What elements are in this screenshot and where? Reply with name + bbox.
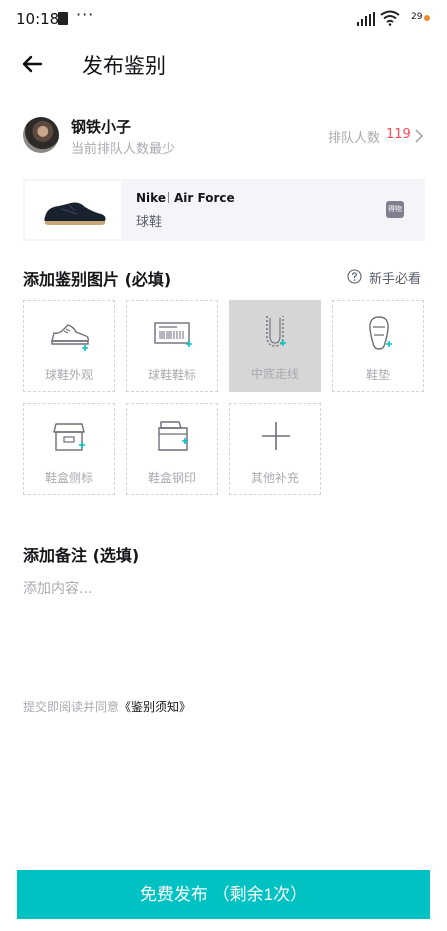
tile-label: 中底走线 — [250, 367, 299, 381]
appraiser-row[interactable]: 钢铁小子 当前排队人数最少 排队人数 119 — [0, 110, 447, 164]
shoebox-side-icon — [53, 423, 85, 451]
avatar — [23, 117, 59, 153]
status-bar: 10:18 ··· 29 — [0, 0, 447, 38]
shoebox-stamp-icon — [158, 421, 188, 451]
wifi-icon — [380, 10, 400, 26]
tile-label: 鞋盒钢印 — [147, 471, 196, 485]
agreement-text: 提交即阅读并同意《鉴别须知》 — [23, 698, 191, 715]
agreement-prefix: 提交即阅读并同意 — [23, 700, 120, 714]
product-card[interactable]: Nike Air Force 球鞋 得物 — [23, 179, 425, 241]
plus-icon — [262, 422, 290, 450]
beginner-guide-label: 新手必看 — [369, 272, 422, 287]
barcode-tag-icon — [154, 322, 192, 347]
appraiser-name: 钢铁小子 — [71, 118, 132, 136]
header: 发布鉴别 — [0, 38, 447, 94]
upload-tile-other[interactable]: 其他补充 — [229, 403, 321, 495]
sneaker-photo — [44, 202, 106, 225]
platform-badge: 得物 — [386, 201, 404, 218]
tile-label: 球鞋鞋标 — [147, 368, 196, 382]
tile-label: 鞋盒侧标 — [44, 471, 93, 485]
tile-label: 球鞋外观 — [44, 368, 93, 382]
page-title: 发布鉴别 — [82, 54, 166, 78]
upload-tile-sneaker-appearance[interactable]: 球鞋外观 — [23, 300, 115, 392]
midsole-stitch-icon — [266, 316, 286, 347]
sd-card-icon — [58, 12, 68, 25]
tile-label: 其他补充 — [250, 471, 299, 485]
upload-tile-insole[interactable]: 鞋垫 — [332, 300, 424, 392]
signal-icon — [357, 12, 375, 26]
insole-icon — [369, 316, 392, 350]
sneaker-icon — [51, 324, 89, 351]
status-time: 10:18 — [16, 10, 60, 28]
queue-count: 119 — [386, 127, 411, 142]
divider — [168, 192, 169, 203]
question-circle-icon — [347, 269, 362, 284]
battery-level: 29 — [411, 12, 423, 22]
upload-tile-shoebox-side[interactable]: 鞋盒侧标 — [23, 403, 115, 495]
product-brand: Nike — [136, 191, 166, 205]
free-publish-button[interactable]: 免费发布 （剩余1次） — [17, 870, 430, 919]
upload-tile-shoebox-stamp[interactable]: 鞋盒钢印 — [126, 403, 218, 495]
photos-section-title: 添加鉴别图片 (必填) — [23, 270, 172, 289]
status-more-dots: ··· — [76, 5, 95, 24]
remark-input[interactable] — [23, 578, 423, 678]
product-image — [25, 181, 121, 239]
appraisal-notice-link[interactable]: 《鉴别须知》 — [119, 700, 191, 714]
battery-icon — [424, 15, 430, 21]
upload-tile-midsole-stitch[interactable]: 中底走线 — [229, 300, 321, 392]
tile-label: 鞋垫 — [365, 368, 390, 382]
product-category: 球鞋 — [136, 215, 163, 230]
back-arrow-icon[interactable] — [20, 52, 44, 76]
product-model: Air Force — [174, 191, 235, 205]
queue-label: 排队人数 — [328, 131, 381, 146]
chevron-right-icon — [415, 129, 423, 143]
upload-tile-sneaker-tag[interactable]: 球鞋鞋标 — [126, 300, 218, 392]
remark-section-title: 添加备注 (选填) — [23, 546, 140, 565]
appraiser-subtitle: 当前排队人数最少 — [71, 142, 176, 157]
